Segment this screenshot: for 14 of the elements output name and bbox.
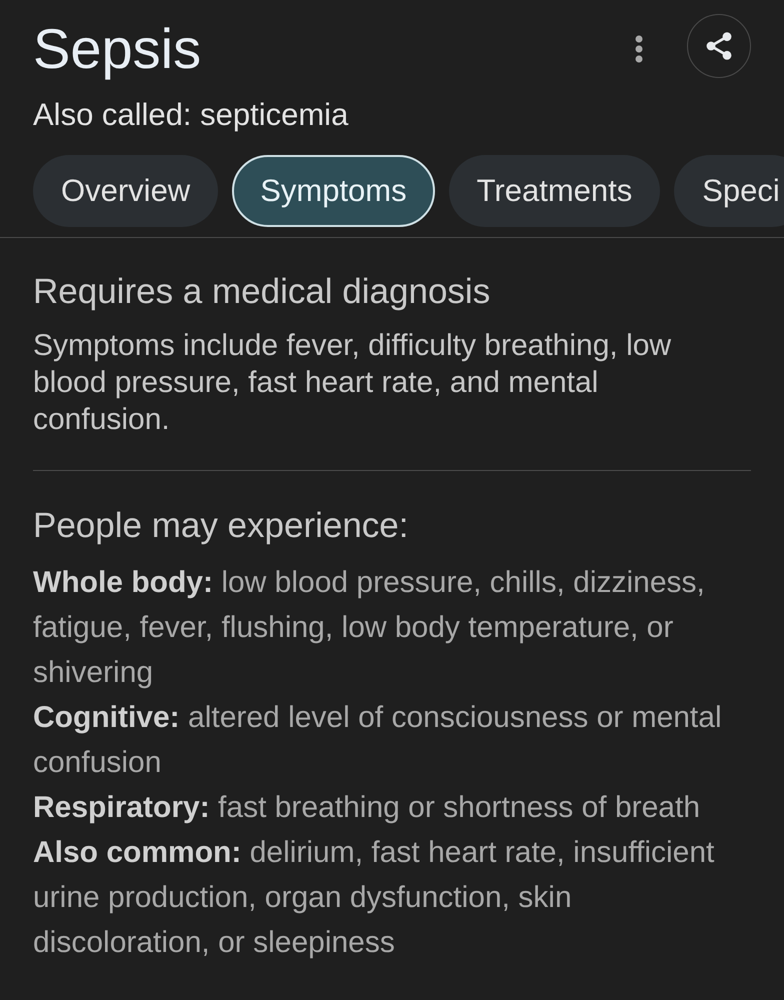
section-heading: Requires a medical diagnosis [33, 271, 492, 313]
tab[interactable]: Overview [33, 155, 218, 227]
tab[interactable]: Treatments [448, 155, 660, 227]
more-icon[interactable] [635, 35, 643, 63]
section-heading: People may experience: [33, 505, 410, 547]
alias-text: Also called: septicemia [33, 96, 348, 134]
diagnosis-text: Symptoms include fever, difficulty breathing, low blood pressure, fast heart rate, and mental confusion. [33, 328, 672, 438]
symptom-text: Respiratory: fast breathing or shortness of breath [33, 790, 702, 826]
page-title: Sepsis [33, 17, 202, 81]
share-button[interactable] [687, 14, 751, 78]
tab[interactable]: Symptoms [232, 155, 435, 227]
share-icon [705, 32, 733, 60]
symptom-text: Also common: delirium, fast heart rate, insufficient urine production, organ dysfunction, skin discoloration, or sleepiness [33, 835, 716, 961]
tab[interactable]: Speci [674, 155, 784, 227]
